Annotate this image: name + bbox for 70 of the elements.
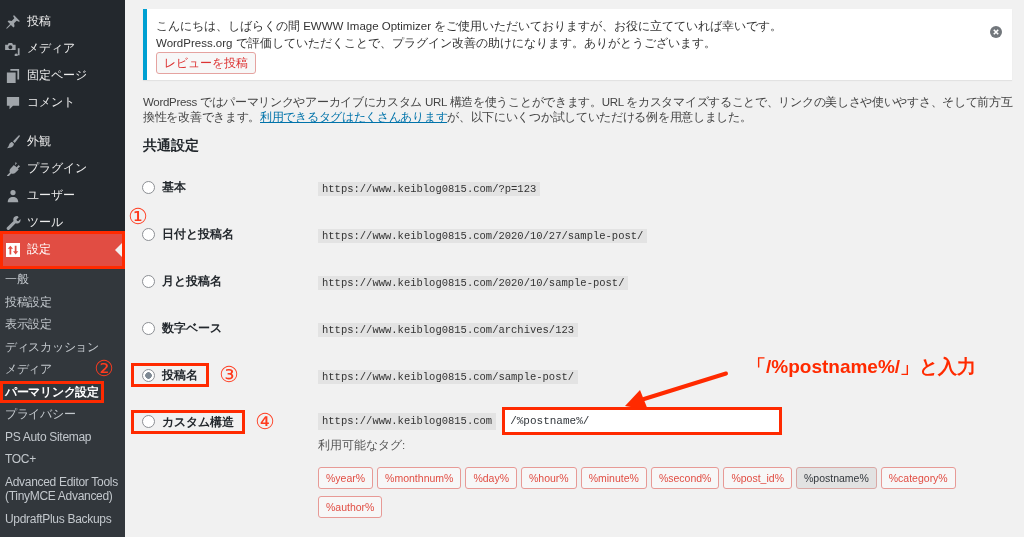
submenu-item[interactable]: TOC+: [0, 448, 41, 471]
radio-button[interactable]: [142, 274, 155, 288]
radio-button[interactable]: [142, 180, 155, 194]
permalink-option[interactable]: 投稿名: [131, 363, 209, 387]
radio-button[interactable]: [142, 227, 155, 241]
tags-label: 利用可能なタグ:: [318, 438, 407, 452]
pages-icon: [5, 68, 21, 83]
url-example: https://www.keiblog0815.com/?p=123: [318, 181, 541, 196]
person-icon: [5, 188, 21, 203]
custom-structure-input[interactable]: /%postname%/: [502, 407, 783, 435]
close-icon[interactable]: [990, 26, 1002, 38]
submenu-item[interactable]: UpdraftPlus Backups: [0, 507, 117, 530]
submenu-item[interactable]: Advanced Editor Tools (TinyMCE Advanced): [0, 470, 125, 508]
tag-button[interactable]: %postname%: [795, 467, 877, 489]
permalink-option[interactable]: 基本: [131, 175, 197, 199]
callout-number: ③: [219, 364, 239, 386]
tag-button[interactable]: %category%: [880, 467, 956, 489]
radio-button[interactable]: [142, 368, 155, 382]
sidebar-menu-item[interactable]: 固定ページ: [0, 62, 125, 89]
sidebar-menu-item[interactable]: ユーザー: [0, 182, 125, 209]
sidebar-menu-item[interactable]: 投稿: [0, 8, 125, 35]
plug-icon: [5, 161, 21, 176]
annotation-text: 「/%postname%/」と入力: [747, 356, 977, 378]
permalink-option[interactable]: カスタム構造: [131, 409, 245, 434]
submenu-item[interactable]: パーマリンク設定: [0, 380, 104, 403]
sidebar-menu-item[interactable]: 設定: [0, 230, 125, 269]
pin-icon: [5, 14, 21, 29]
camera-music-icon: [5, 41, 21, 56]
submenu-item[interactable]: プライバシー: [0, 403, 81, 426]
sidebar-menu-item[interactable]: プラグイン: [0, 155, 125, 182]
callout-number: ①: [128, 206, 148, 228]
tag-button[interactable]: %post_id%: [723, 467, 792, 489]
tag-button[interactable]: %year%: [318, 467, 374, 489]
submenu-item[interactable]: 投稿設定: [0, 290, 57, 313]
submenu-item[interactable]: メディア: [0, 358, 57, 381]
callout-number: ④: [255, 410, 275, 433]
url-prefix: https://www.keiblog0815.com: [318, 412, 497, 430]
submenu-item[interactable]: PS Auto Sitemap: [0, 425, 97, 448]
permalink-option[interactable]: 数字ベース: [131, 316, 233, 340]
url-example: https://www.keiblog0815.com/2020/10/sample-post/: [318, 275, 629, 290]
tag-button[interactable]: %monthnum%: [377, 467, 462, 489]
tags-link[interactable]: 利用できるタグはたくさんあります: [260, 111, 448, 123]
section-heading: 共通設定: [143, 135, 200, 154]
url-example: https://www.keiblog0815.com/archives/123: [318, 322, 579, 337]
paintbrush-icon: [5, 134, 21, 149]
submenu-item[interactable]: 表示設定: [0, 313, 57, 336]
notice-text: WordPress.org で評価していただくことで、プラグイン改善の助けになります。ありがとうございます。: [156, 36, 717, 52]
intro-text: WordPress ではパーマリンクやアーカイブにカスタム URL 構造を使うことができます。URL をカスタマイズすることで、リンクの美しさや使いやすさ、そして前方互換性を改善できます。利用できるタグはたくさんありますが、以下にいくつか試していただける例を用意しました。: [143, 95, 1014, 125]
radio-button[interactable]: [142, 321, 155, 335]
tag-button[interactable]: %author%: [318, 496, 383, 518]
tag-button[interactable]: %hour%: [521, 467, 577, 489]
speech-bubble-icon: [5, 95, 21, 110]
url-example: https://www.keiblog0815.com/2020/10/27/sample-post/: [318, 228, 648, 243]
sidebar-menu-item[interactable]: 外観: [0, 128, 125, 155]
notice-text: こんにちは、しばらくの間 EWWW Image Optimizer をご使用いただいておりますが、お役に立てていれば幸いです。: [156, 19, 784, 34]
tag-button[interactable]: %minute%: [580, 467, 647, 489]
radio-button[interactable]: [142, 415, 155, 428]
review-button[interactable]: レビューを投稿: [156, 52, 256, 74]
sidebar-menu-item[interactable]: メディア: [0, 35, 125, 62]
callout-number: ②: [94, 357, 114, 380]
url-example: https://www.keiblog0815.com/sample-post/: [318, 369, 579, 384]
caret-icon: [115, 242, 122, 257]
submenu-item[interactable]: 一般: [0, 268, 34, 291]
sidebar-menu-item[interactable]: コメント: [0, 89, 125, 116]
settings-icon: [5, 242, 21, 257]
permalink-option[interactable]: 月と投稿名: [131, 269, 233, 293]
tag-button[interactable]: %day%: [465, 467, 517, 489]
tag-button[interactable]: %second%: [650, 467, 720, 489]
submenu-item[interactable]: ディスカッション: [0, 335, 104, 358]
wrench-icon: [5, 215, 21, 230]
